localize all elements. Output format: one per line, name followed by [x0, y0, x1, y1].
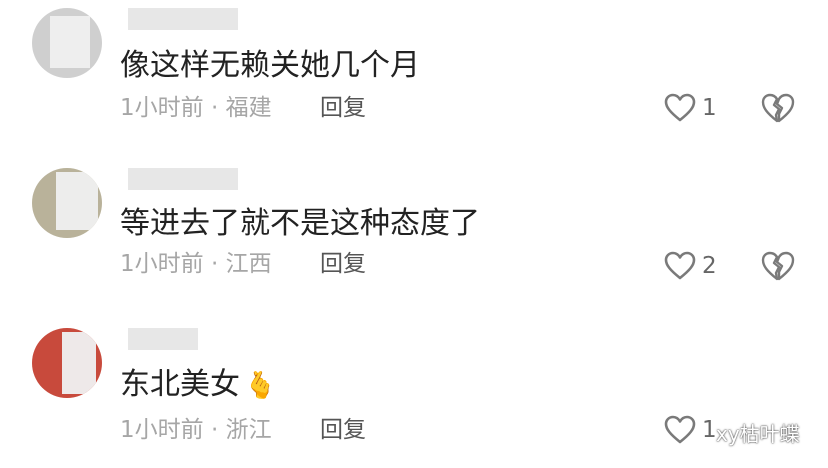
username-redacted[interactable] [128, 8, 238, 30]
meta-separator: · [210, 95, 219, 121]
broken-heart-icon [761, 93, 795, 123]
like-button[interactable]: 1 [664, 92, 717, 124]
avatar[interactable] [32, 8, 102, 78]
username-redacted[interactable] [128, 328, 198, 350]
avatar[interactable] [32, 328, 102, 398]
comment-location: 浙江 [225, 417, 272, 443]
watermark: xy枯叶蝶 [716, 422, 800, 446]
comment-meta: 1小时前 · 江西 [120, 249, 272, 279]
dislike-button[interactable] [761, 92, 795, 124]
avatar-mosaic [56, 172, 98, 230]
heart-outline-icon [664, 415, 696, 444]
comment-time: 1小时前 [120, 251, 204, 277]
comment-meta: 1小时前 · 福建 [120, 93, 272, 123]
comment-text: 像这样无赖关她几个月 [120, 48, 420, 83]
comment-item: 东北美女 🫰 1小时前 · 浙江 回复 1 [0, 318, 828, 468]
comment-time: 1小时前 [120, 95, 204, 121]
comment-meta: 1小时前 · 浙江 [120, 415, 272, 445]
comment-location: 福建 [225, 95, 272, 121]
reply-button[interactable]: 回复 [320, 415, 366, 445]
comment-text: 东北美女 🫰 [120, 366, 276, 405]
username-redacted[interactable] [128, 168, 238, 190]
like-count: 2 [702, 253, 717, 279]
avatar-mosaic [62, 332, 96, 394]
comment-text: 等进去了就不是这种态度了 [120, 206, 480, 241]
meta-separator: · [210, 417, 219, 443]
comment-item: 等进去了就不是这种态度了 1小时前 · 江西 回复 2 [0, 160, 828, 310]
heart-outline-icon [664, 93, 696, 122]
like-button[interactable]: 1 [664, 414, 717, 446]
broken-heart-icon [761, 251, 795, 281]
like-button[interactable]: 2 [664, 250, 717, 282]
heart-outline-icon [664, 251, 696, 280]
avatar[interactable] [32, 168, 102, 238]
finger-heart-emoji: 🫰 [244, 371, 277, 401]
avatar-mosaic [50, 16, 90, 68]
like-count: 1 [702, 95, 717, 121]
comment-time: 1小时前 [120, 417, 204, 443]
like-count: 1 [702, 417, 717, 443]
comment-item: 像这样无赖关她几个月 1小时前 · 福建 回复 1 [0, 0, 828, 150]
meta-separator: · [210, 251, 219, 277]
reply-button[interactable]: 回复 [320, 93, 366, 123]
reply-button[interactable]: 回复 [320, 249, 366, 279]
dislike-button[interactable] [761, 250, 795, 282]
comment-text-body: 东北美女 [120, 367, 240, 402]
comment-location: 江西 [225, 251, 272, 277]
